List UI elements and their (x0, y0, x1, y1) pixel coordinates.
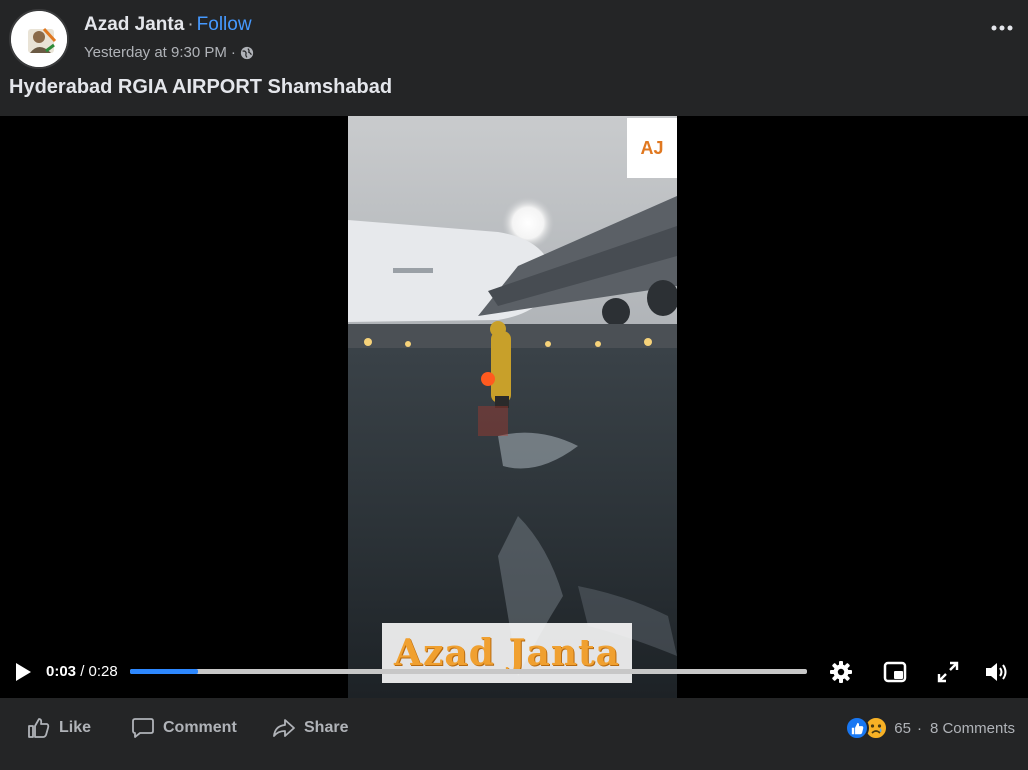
share-button[interactable]: Share (272, 716, 348, 740)
more-horizontal-icon (991, 25, 1013, 31)
thumbs-up-icon (27, 716, 51, 740)
like-button[interactable]: Like (27, 716, 91, 740)
post-meta: Yesterday at 9:30 PM · (84, 44, 254, 61)
picture-in-picture-button[interactable] (881, 658, 909, 686)
follow-button[interactable]: Follow (197, 14, 252, 35)
share-label: Share (304, 719, 349, 736)
reactions-separator: · (916, 719, 922, 737)
settings-button[interactable] (827, 658, 855, 686)
fullscreen-button[interactable] (934, 658, 962, 686)
gear-icon (829, 660, 853, 684)
expand-icon (937, 661, 959, 683)
post-caption: Hyderabad RGIA AIRPORT Shamshabad (9, 76, 393, 98)
comment-button[interactable]: Comment (131, 716, 237, 740)
video-player[interactable]: AJ Azad Janta 0:03 / 0:28 (0, 116, 1028, 698)
play-icon (12, 661, 34, 683)
meta-separator: · (230, 44, 236, 61)
video-time: 0:03 / 0:28 (46, 663, 118, 680)
video-progress-fill (130, 669, 198, 674)
post-header-title: Azad Janta · Follow (84, 14, 252, 36)
video-frame: AJ Azad Janta (348, 116, 677, 698)
share-icon (272, 716, 296, 740)
volume-icon (983, 660, 1011, 684)
video-controls: 0:03 / 0:28 (0, 652, 1028, 692)
comments-count-link[interactable]: 8 Comments (930, 720, 1015, 737)
post-footer: Like Comment Share 65 · 8 Comments (0, 698, 1028, 764)
reaction-count[interactable]: 65 (894, 720, 911, 737)
duration: 0:28 (88, 663, 118, 680)
more-options-button[interactable] (988, 14, 1016, 42)
time-separator: / (76, 663, 89, 680)
header-separator: · (187, 14, 194, 35)
video-progress-bar[interactable] (130, 669, 807, 674)
picture-in-picture-icon (883, 660, 907, 684)
reactions-summary: 65 · 8 Comments (845, 716, 1015, 740)
video-scene (348, 116, 677, 698)
page-name[interactable]: Azad Janta (84, 14, 184, 35)
facebook-post: Azad Janta · Follow Yesterday at 9:30 PM ·… (0, 0, 1028, 770)
volume-button[interactable] (983, 658, 1011, 686)
channel-corner-badge: AJ (627, 118, 677, 178)
post-timestamp[interactable]: Yesterday at 9:30 PM (84, 44, 227, 61)
comment-icon (131, 716, 155, 740)
comment-label: Comment (163, 719, 237, 736)
like-label: Like (59, 719, 92, 736)
globe-icon[interactable] (240, 46, 254, 60)
play-button[interactable] (12, 661, 34, 683)
page-avatar[interactable] (9, 9, 69, 69)
current-time: 0:03 (46, 663, 77, 680)
